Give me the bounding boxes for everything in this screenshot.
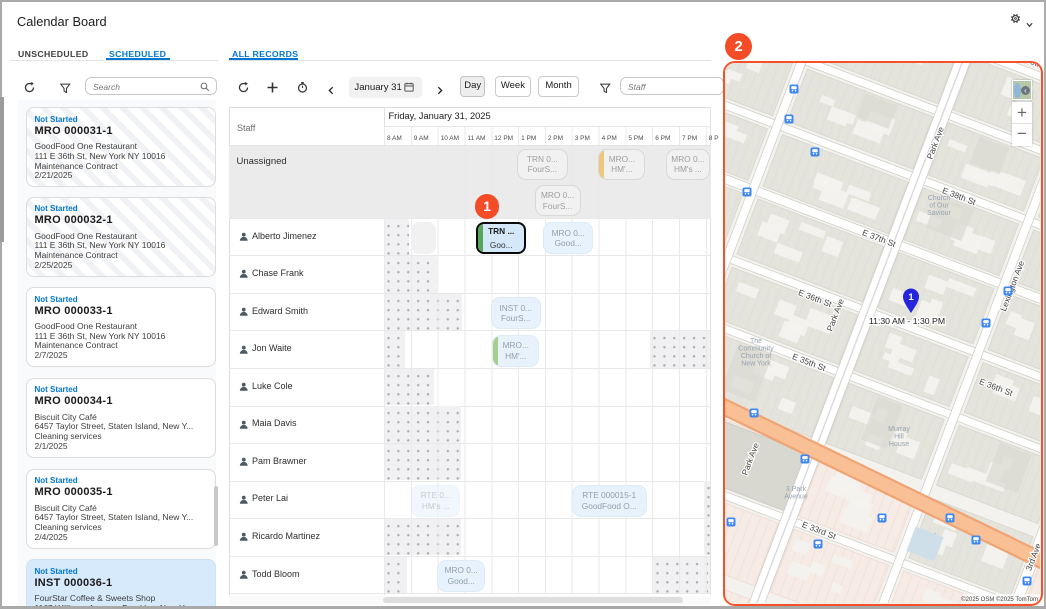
svg-text:Churchof OurSaviour: Churchof OurSaviour xyxy=(927,195,951,217)
svg-text:11:30 AM - 1:30 PM: 11:30 AM - 1:30 PM xyxy=(869,316,945,326)
svg-text:©2025 OSM ©2025 TomTom: ©2025 OSM ©2025 TomTom xyxy=(961,596,1038,603)
svg-text:1: 1 xyxy=(908,292,914,303)
svg-text:3 ParkAvenue: 3 ParkAvenue xyxy=(784,486,808,501)
